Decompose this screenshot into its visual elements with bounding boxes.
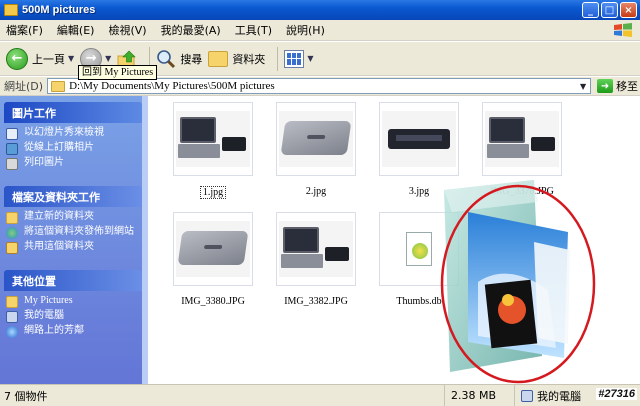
close-button[interactable]: ×: [620, 2, 637, 18]
menu-edit[interactable]: 編輯(E): [57, 22, 95, 38]
file-item[interactable]: 1.jpg: [170, 102, 256, 199]
file-item[interactable]: Thumbs.db: [376, 212, 462, 307]
task-order-prints[interactable]: 從線上訂購相片: [6, 142, 142, 155]
file-folder-tasks-header[interactable]: 檔案及資料夾工作: [4, 186, 142, 207]
windows-logo-icon: [614, 23, 632, 37]
chevron-down-icon[interactable]: ▼: [68, 54, 74, 63]
file-item[interactable]: IMG_3378.JPG: [479, 102, 565, 197]
window-controls: _ □ ×: [582, 2, 637, 18]
chevron-down-icon[interactable]: ▼: [307, 54, 313, 63]
place-my-pictures[interactable]: My Pictures: [6, 295, 142, 308]
thumbnail: [173, 212, 253, 286]
printer-icon: [6, 158, 18, 170]
order-prints-icon: [6, 143, 18, 155]
address-input[interactable]: D:\My Documents\My Pictures\500M picture…: [47, 78, 592, 94]
views-grid-icon: [284, 49, 305, 68]
go-button[interactable]: ➜ 移至: [597, 78, 638, 94]
status-bar: 7 個物件 2.38 MB 我的電腦: [0, 384, 640, 406]
place-my-computer[interactable]: 我的電腦: [6, 310, 142, 323]
folder-icon: [4, 4, 18, 16]
task-share-folder[interactable]: 共用這個資料夾: [6, 241, 142, 254]
task-slideshow[interactable]: 以幻燈片秀來檢視: [6, 127, 142, 140]
search-label: 搜尋: [180, 52, 203, 66]
thumbnail: [276, 102, 356, 176]
file-item[interactable]: 3.jpg: [376, 102, 462, 197]
file-name: IMG_3380.JPG: [181, 296, 245, 307]
thumbnail: [379, 212, 459, 286]
laptop-photo: [176, 221, 250, 277]
task-new-folder[interactable]: 建立新的資料夾: [6, 211, 142, 224]
address-path: D:\My Documents\My Pictures\500M picture…: [69, 80, 275, 92]
window-title: 500M pictures: [22, 4, 96, 16]
zone-indicator: 我的電腦: [515, 388, 581, 404]
laptop-photo: [279, 221, 353, 277]
network-icon: [6, 326, 18, 338]
folders-label: 資料夾: [232, 52, 266, 66]
object-count: 7 個物件: [0, 385, 445, 406]
tooltip: 回到 My Pictures: [78, 65, 158, 80]
file-item[interactable]: IMG_3382.JPG: [273, 212, 359, 307]
slideshow-icon: [6, 128, 18, 140]
file-name: 3.jpg: [408, 186, 430, 197]
globe-icon: [6, 227, 18, 239]
search-icon: [157, 49, 176, 68]
back-arrow-icon: ←: [6, 47, 28, 70]
total-size: 2.38 MB: [445, 385, 515, 406]
new-folder-icon: [6, 212, 18, 224]
menu-tools[interactable]: 工具(T): [235, 22, 272, 38]
thumbnail: [482, 102, 562, 176]
back-label: 上一頁: [32, 52, 65, 66]
computer-icon: [6, 311, 18, 323]
place-network[interactable]: 網路上的芳鄰: [6, 325, 142, 338]
file-name: IMG_3382.JPG: [284, 296, 348, 307]
file-item[interactable]: 2.jpg: [273, 102, 359, 197]
database-file-icon: [406, 232, 432, 266]
go-arrow-icon: ➜: [597, 79, 614, 93]
folder-icon: [6, 296, 18, 308]
views-button[interactable]: ▼: [284, 49, 313, 68]
address-label: 網址(D): [4, 80, 44, 93]
maximize-button[interactable]: □: [601, 2, 618, 18]
menu-help[interactable]: 說明(H): [286, 22, 325, 38]
file-name: IMG_3378.JPG: [490, 186, 554, 197]
dock-photo: [382, 111, 456, 167]
search-button[interactable]: 搜尋: [156, 49, 202, 69]
picture-tasks-header[interactable]: 圖片工作: [4, 102, 142, 123]
file-name: 2.jpg: [305, 186, 327, 197]
menu-file[interactable]: 檔案(F): [6, 22, 43, 38]
laptop-photo: [485, 111, 559, 167]
folders-button[interactable]: 資料夾: [208, 50, 266, 67]
minimize-button[interactable]: _: [582, 2, 599, 18]
menu-bar: 檔案(F) 編輯(E) 檢視(V) 我的最愛(A) 工具(T) 說明(H): [0, 20, 640, 41]
file-name: Thumbs.db: [396, 296, 442, 307]
task-pane: 圖片工作 以幻燈片秀來檢視 從線上訂購相片 列印圖片 檔案及資料夾工作 建立新的: [0, 96, 148, 384]
toolbar-separator: [277, 46, 279, 71]
menu-view[interactable]: 檢視(V): [108, 22, 146, 38]
chevron-down-icon[interactable]: ▼: [105, 54, 111, 63]
share-folder-icon: [6, 242, 18, 254]
thumbnail: [173, 102, 253, 176]
computer-icon: [521, 390, 533, 402]
other-places-panel: 其他位置 My Pictures 我的電腦 網路上的芳鄰: [4, 270, 142, 344]
folder-icon: [208, 50, 229, 67]
other-places-header[interactable]: 其他位置: [4, 270, 142, 291]
watermark: #27316: [596, 388, 637, 400]
laptop-photo: [279, 111, 353, 167]
go-label: 移至: [616, 80, 639, 93]
back-button[interactable]: ← 上一頁 ▼: [6, 47, 74, 70]
chevron-down-icon[interactable]: ▼: [576, 79, 590, 93]
folder-icon: [51, 80, 66, 92]
file-list: 1.jpg 2.jpg 3.jpg IMG_3378.JPG IMG_3380.…: [148, 96, 640, 384]
file-folder-tasks-panel: 檔案及資料夾工作 建立新的資料夾 將這個資料夾發佈到網站 共用這個資料夾: [4, 186, 142, 260]
file-item[interactable]: IMG_3380.JPG: [170, 212, 256, 307]
file-name: 1.jpg: [199, 186, 227, 199]
title-bar[interactable]: 500M pictures _ □ ×: [0, 0, 640, 20]
task-print-pictures[interactable]: 列印圖片: [6, 157, 142, 170]
task-publish-web[interactable]: 將這個資料夾發佈到網站: [6, 226, 142, 239]
menu-favorites[interactable]: 我的最愛(A): [161, 22, 221, 38]
thumbnail: [276, 212, 356, 286]
laptop-photo: [176, 111, 250, 167]
thumbnail: [379, 102, 459, 176]
picture-tasks-panel: 圖片工作 以幻燈片秀來檢視 從線上訂購相片 列印圖片: [4, 102, 142, 176]
